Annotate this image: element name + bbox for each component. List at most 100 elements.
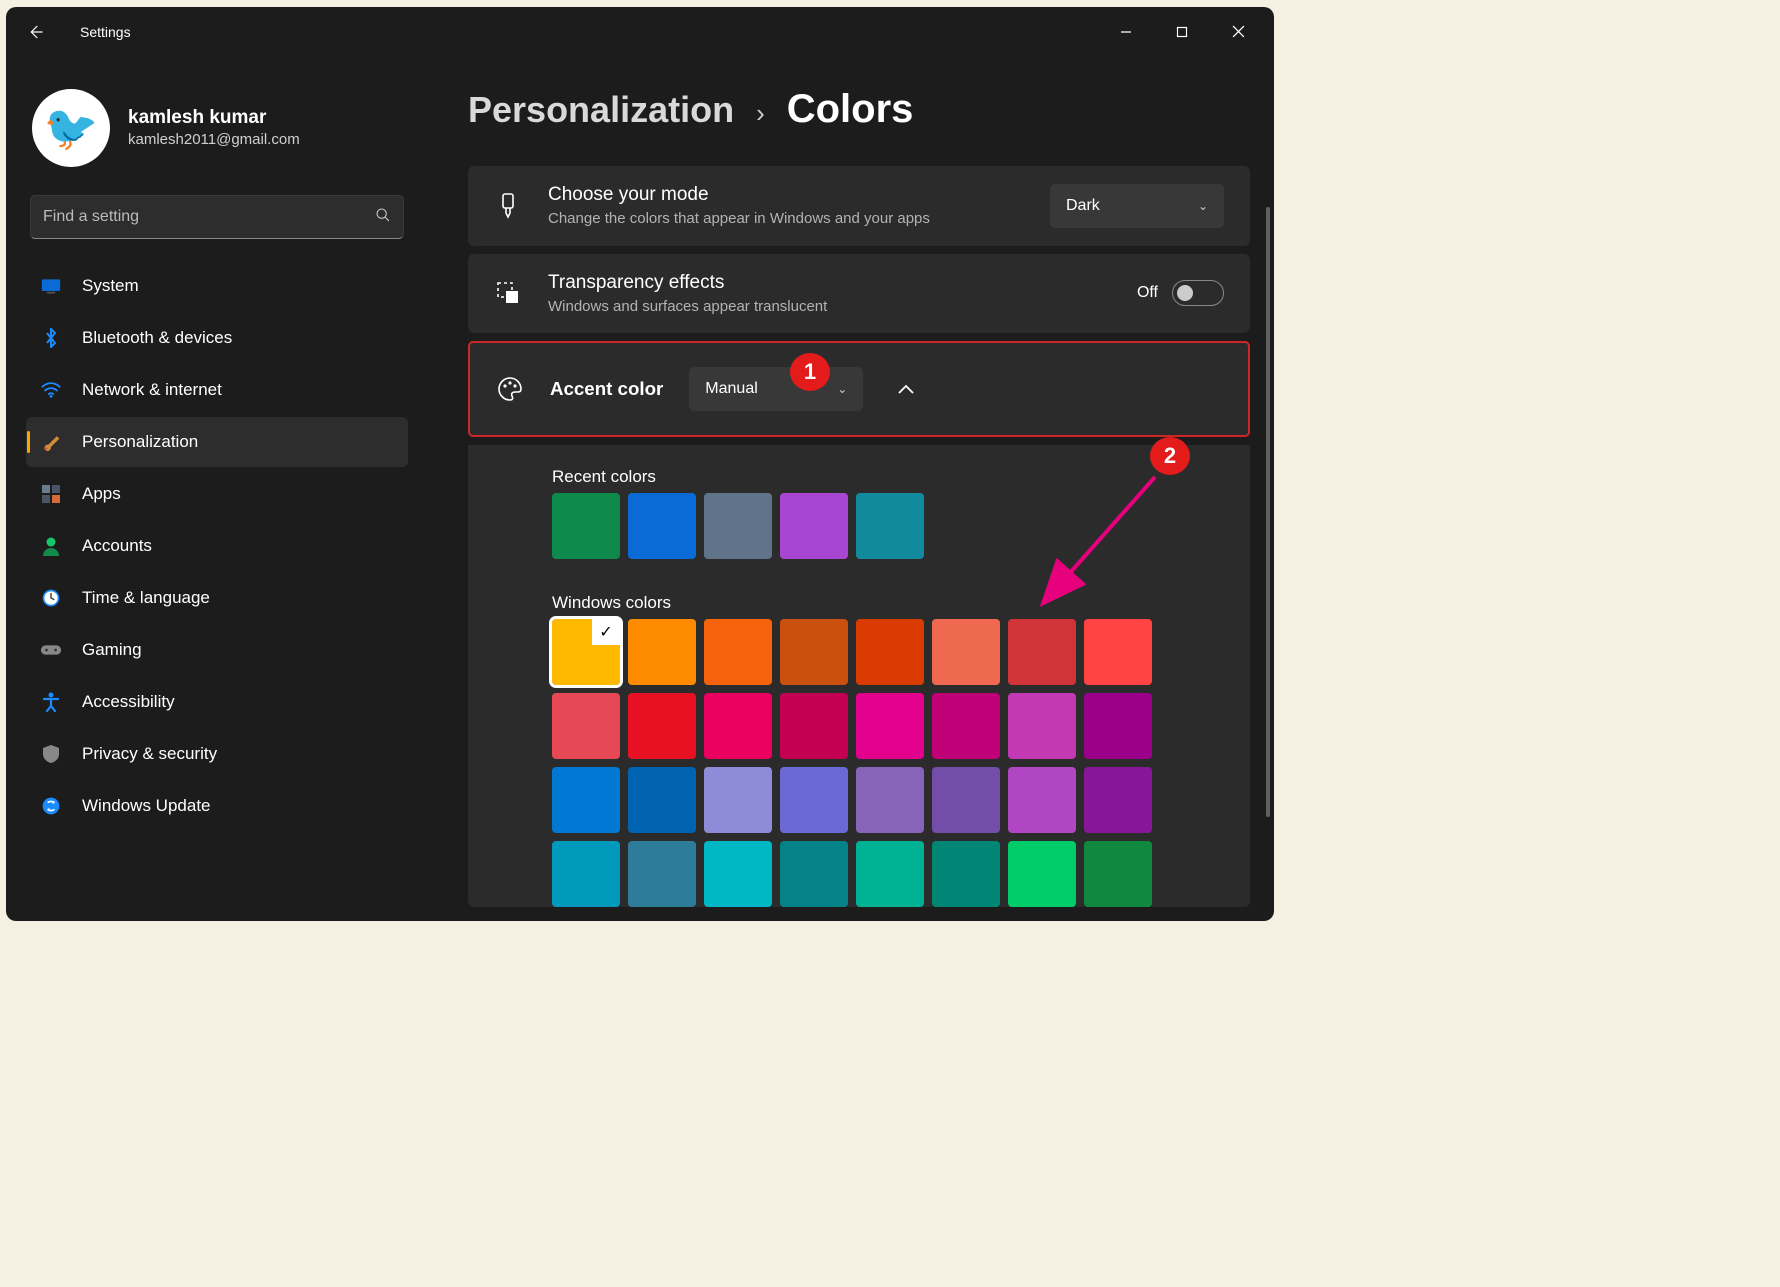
mode-value: Dark (1066, 197, 1100, 215)
windows-color-swatch[interactable] (704, 767, 772, 833)
windows-color-swatch[interactable] (856, 767, 924, 833)
monitor-icon (40, 275, 62, 297)
windows-color-swatch[interactable] (780, 767, 848, 833)
sidebar-item-time-language[interactable]: Time & language (26, 573, 408, 623)
close-button[interactable] (1210, 8, 1266, 56)
sidebar-item-update[interactable]: Windows Update (26, 781, 408, 831)
windows-color-swatch[interactable] (704, 619, 772, 685)
palette-icon (496, 375, 524, 403)
sidebar-item-apps[interactable]: Apps (26, 469, 408, 519)
windows-color-swatch[interactable] (932, 767, 1000, 833)
windows-color-swatch[interactable] (856, 693, 924, 759)
windows-color-swatch[interactable] (552, 841, 620, 907)
windows-color-swatch[interactable] (628, 693, 696, 759)
chevron-down-icon: ⌄ (1198, 199, 1208, 213)
user-block[interactable]: 🐦 kamlesh kumar kamlesh2011@gmail.com (26, 77, 408, 191)
back-arrow-icon (26, 23, 44, 41)
sidebar-item-gaming[interactable]: Gaming (26, 625, 408, 675)
windows-colors-title: Windows colors (552, 593, 1166, 613)
chevron-right-icon: › (756, 98, 765, 129)
windows-color-swatch[interactable] (1008, 693, 1076, 759)
transparency-toggle[interactable] (1172, 280, 1224, 306)
sidebar-item-system[interactable]: System (26, 261, 408, 311)
windows-color-swatch[interactable] (1008, 619, 1076, 685)
mode-card[interactable]: Choose your mode Change the colors that … (468, 166, 1250, 246)
accent-value: Manual (705, 380, 757, 398)
search-input[interactable] (43, 208, 375, 226)
clock-icon (40, 587, 62, 609)
scrollbar[interactable] (1266, 207, 1270, 817)
windows-color-swatch[interactable] (1084, 693, 1152, 759)
user-email: kamlesh2011@gmail.com (128, 131, 300, 148)
windows-color-swatch[interactable] (780, 693, 848, 759)
accent-card[interactable]: Accent color 1 Manual ⌄ (468, 341, 1250, 437)
recent-color-swatch[interactable] (780, 493, 848, 559)
minimize-button[interactable] (1098, 8, 1154, 56)
recent-color-swatch[interactable] (856, 493, 924, 559)
sidebar-item-label: Windows Update (82, 796, 211, 816)
content: Personalization › Colors Choose your mod… (418, 57, 1274, 921)
sidebar-item-label: Network & internet (82, 380, 222, 400)
transparency-title: Transparency effects (548, 272, 1111, 294)
windows-color-swatch[interactable] (552, 693, 620, 759)
windows-color-swatch[interactable] (1084, 767, 1152, 833)
windows-color-swatch[interactable] (780, 841, 848, 907)
accent-dropdown[interactable]: Manual ⌄ (689, 367, 863, 411)
settings-window: Settings 🐦 kamlesh kumar kamlesh2011@gma… (6, 7, 1274, 921)
chevron-down-icon: ⌄ (837, 382, 847, 396)
window-title: Settings (80, 24, 131, 40)
sidebar-item-personalization[interactable]: Personalization (26, 417, 408, 467)
sidebar-item-bluetooth[interactable]: Bluetooth & devices (26, 313, 408, 363)
windows-color-swatch[interactable] (856, 841, 924, 907)
shield-icon (40, 743, 62, 765)
collapse-button[interactable] (889, 372, 923, 406)
sidebar-item-privacy[interactable]: Privacy & security (26, 729, 408, 779)
back-button[interactable] (14, 11, 56, 53)
windows-color-swatch[interactable] (552, 767, 620, 833)
windows-color-swatch[interactable] (780, 619, 848, 685)
windows-color-swatch[interactable] (932, 619, 1000, 685)
maximize-button[interactable] (1154, 8, 1210, 56)
windows-color-swatch[interactable] (856, 619, 924, 685)
sidebar-item-network[interactable]: Network & internet (26, 365, 408, 415)
recent-color-swatch[interactable] (704, 493, 772, 559)
recent-color-swatch[interactable] (628, 493, 696, 559)
mode-dropdown[interactable]: Dark ⌄ (1050, 184, 1224, 228)
recent-color-swatch[interactable] (552, 493, 620, 559)
windows-color-swatch[interactable] (628, 619, 696, 685)
windows-color-swatch[interactable]: ✓ (552, 619, 620, 685)
avatar: 🐦 (32, 89, 110, 167)
gamepad-icon (40, 639, 62, 661)
windows-color-swatch[interactable] (1084, 619, 1152, 685)
sidebar-item-accounts[interactable]: Accounts (26, 521, 408, 571)
search-icon (375, 207, 391, 227)
windows-color-swatch[interactable] (1008, 767, 1076, 833)
sidebar-item-accessibility[interactable]: Accessibility (26, 677, 408, 727)
bird-icon: 🐦 (44, 102, 99, 154)
sidebar-item-label: Time & language (82, 588, 210, 608)
transparency-desc: Windows and surfaces appear translucent (548, 298, 1111, 315)
titlebar: Settings (6, 7, 1274, 57)
mode-title: Choose your mode (548, 184, 1024, 206)
recent-colors-row (552, 493, 1166, 559)
windows-color-swatch[interactable] (1084, 841, 1152, 907)
windows-colors-grid: ✓ (552, 619, 1172, 907)
windows-color-swatch[interactable] (704, 841, 772, 907)
transparency-card[interactable]: Transparency effects Windows and surface… (468, 254, 1250, 333)
sidebar-item-label: Privacy & security (82, 744, 217, 764)
transparency-icon (494, 279, 522, 307)
windows-color-swatch[interactable] (628, 841, 696, 907)
breadcrumb: Personalization › Colors (468, 87, 1250, 132)
windows-color-swatch[interactable] (932, 693, 1000, 759)
windows-color-swatch[interactable] (704, 693, 772, 759)
breadcrumb-parent[interactable]: Personalization (468, 89, 734, 131)
search-box[interactable] (30, 195, 404, 239)
update-icon (40, 795, 62, 817)
sidebar-item-label: Gaming (82, 640, 142, 660)
user-name: kamlesh kumar (128, 107, 300, 129)
windows-color-swatch[interactable] (932, 841, 1000, 907)
windows-color-swatch[interactable] (628, 767, 696, 833)
sidebar-item-label: Bluetooth & devices (82, 328, 232, 348)
windows-color-swatch[interactable] (1008, 841, 1076, 907)
checkmark-icon: ✓ (592, 619, 620, 645)
